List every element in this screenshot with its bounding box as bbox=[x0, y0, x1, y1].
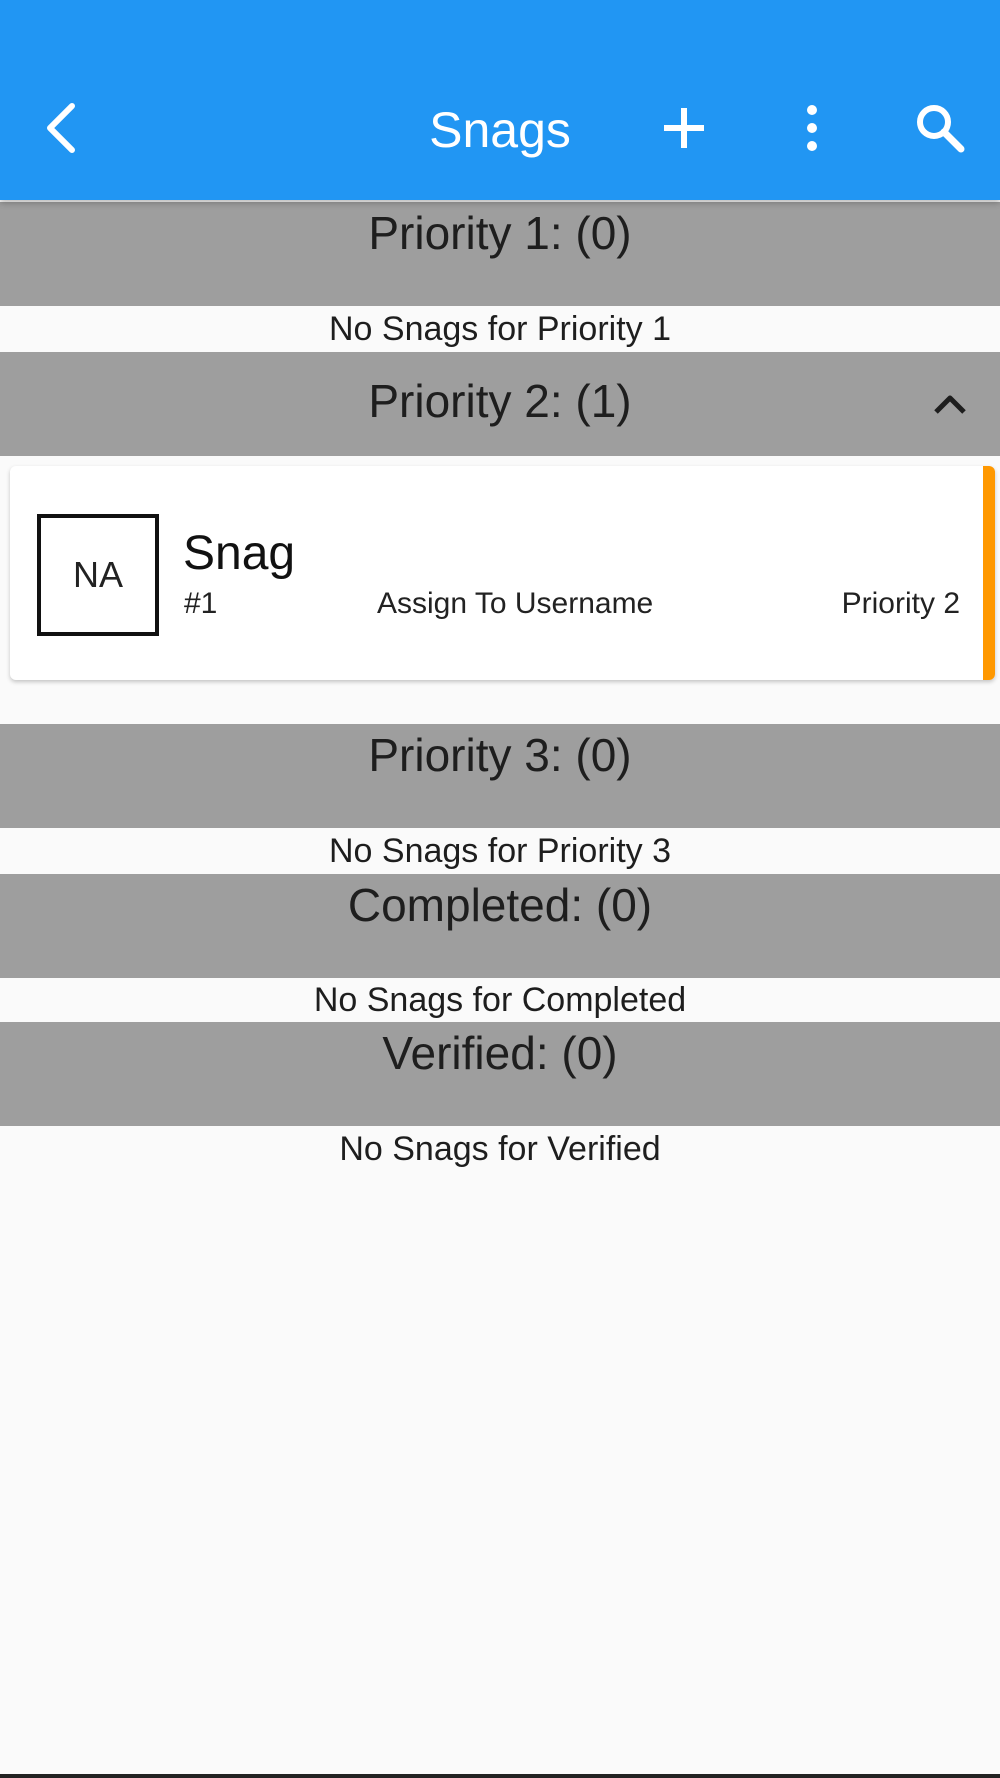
section-title: Priority 3: (0) bbox=[368, 729, 632, 781]
snag-assignee: Assign To Username bbox=[377, 587, 654, 620]
empty-message-verified: No Snags for Verified bbox=[339, 1130, 661, 1168]
search-icon bbox=[917, 105, 965, 153]
snag-card[interactable]: NA Snag #1 Assign To Username Priority 2 bbox=[10, 466, 995, 680]
priority-accent-bar bbox=[983, 466, 995, 680]
chevron-up-icon bbox=[934, 395, 966, 414]
section-header-completed[interactable]: Completed: (0) bbox=[0, 874, 1000, 978]
empty-message-priority-3: No Snags for Priority 3 bbox=[328, 832, 672, 870]
section-header-priority-1[interactable]: Priority 1: (0) bbox=[0, 202, 1000, 306]
empty-message-completed: No Snags for Completed bbox=[313, 981, 687, 1019]
section-title: Priority 1: (0) bbox=[368, 207, 632, 259]
add-icon bbox=[664, 108, 704, 148]
add-button[interactable] bbox=[644, 92, 724, 164]
back-button[interactable] bbox=[32, 92, 88, 164]
section-title: Priority 2: (1) bbox=[368, 375, 632, 427]
app-bar: Snags bbox=[0, 0, 1000, 200]
page-title: Snags bbox=[429, 102, 571, 158]
more-vert-icon bbox=[807, 105, 817, 151]
more-options-button[interactable] bbox=[772, 92, 852, 164]
snag-priority: Priority 2 bbox=[841, 587, 960, 620]
bottom-divider bbox=[0, 1774, 1000, 1778]
snag-avatar: NA bbox=[37, 514, 159, 636]
empty-message-priority-1: No Snags for Priority 1 bbox=[328, 310, 672, 348]
section-title: Completed: (0) bbox=[347, 879, 653, 931]
chevron-left-icon bbox=[47, 103, 75, 153]
search-button[interactable] bbox=[900, 92, 980, 164]
section-header-priority-3[interactable]: Priority 3: (0) bbox=[0, 724, 1000, 828]
section-title: Verified: (0) bbox=[382, 1027, 618, 1079]
collapse-toggle[interactable] bbox=[918, 374, 982, 434]
section-header-priority-2[interactable]: Priority 2: (1) bbox=[0, 352, 1000, 456]
snag-number: #1 bbox=[184, 587, 218, 620]
section-header-verified[interactable]: Verified: (0) bbox=[0, 1022, 1000, 1126]
snag-name: Snag bbox=[183, 527, 296, 580]
